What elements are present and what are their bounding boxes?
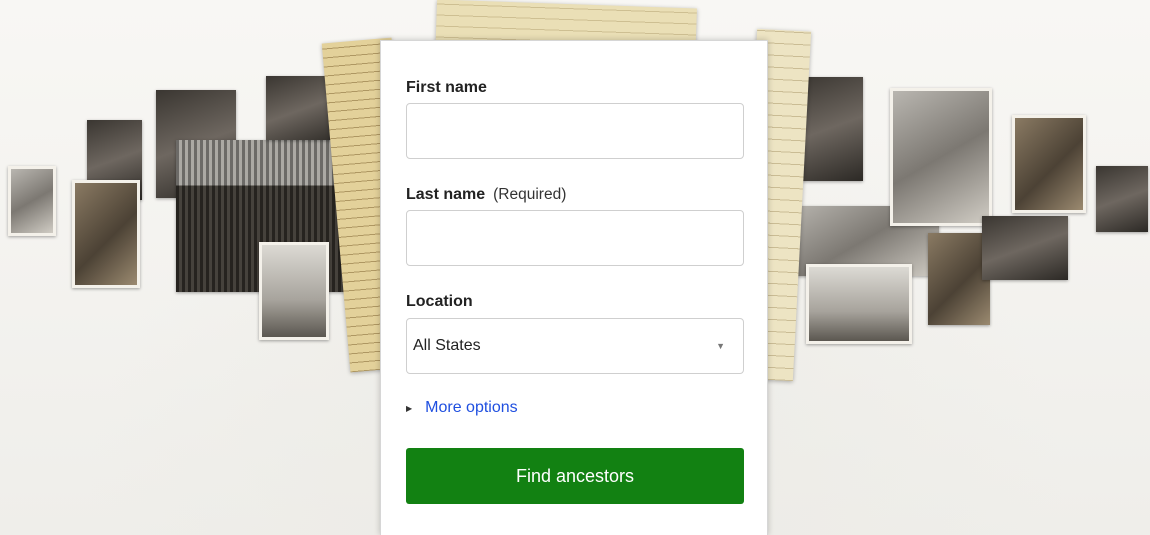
- historic-photo: [72, 180, 140, 288]
- caret-right-icon: ▶: [406, 403, 413, 413]
- first-name-label-text: First name: [406, 79, 487, 96]
- location-label-text: Location: [406, 293, 473, 310]
- historic-photo: [982, 216, 1068, 280]
- chevron-down-icon: ▼: [716, 341, 725, 351]
- historic-photo: [806, 264, 912, 344]
- more-options-toggle[interactable]: ▶ More options: [406, 399, 518, 417]
- first-name-label: First name: [406, 79, 487, 97]
- last-name-label-text: Last name: [406, 186, 486, 203]
- historic-photo: [890, 88, 992, 226]
- historic-photo: [928, 233, 990, 325]
- historic-photo: [1012, 115, 1086, 213]
- required-hint: (Required): [493, 186, 567, 203]
- historic-photo: [8, 166, 56, 236]
- last-name-input[interactable]: [406, 210, 744, 266]
- location-select[interactable]: All States ▼: [406, 318, 744, 374]
- location-selected-value: All States: [413, 337, 481, 354]
- first-name-input[interactable]: [406, 103, 744, 159]
- location-label: Location: [406, 293, 473, 311]
- ancestor-search-form: First name Last name (Required) Location …: [380, 40, 768, 535]
- more-options-link[interactable]: More options: [425, 399, 518, 417]
- find-ancestors-button[interactable]: Find ancestors: [406, 448, 744, 504]
- historic-photo: [1096, 166, 1148, 232]
- historic-photo: [259, 242, 329, 340]
- last-name-label: Last name (Required): [406, 186, 566, 204]
